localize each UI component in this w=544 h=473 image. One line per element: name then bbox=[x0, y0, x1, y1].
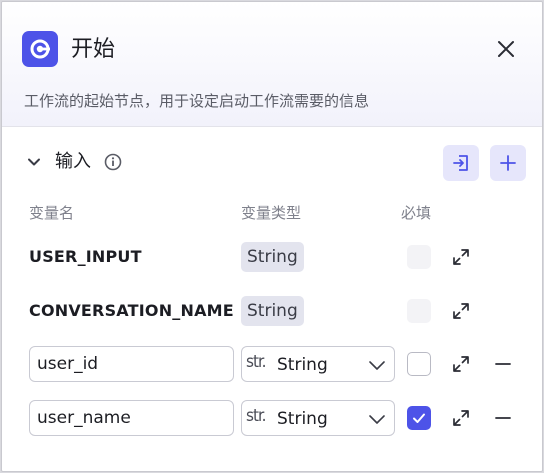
expand-button[interactable] bbox=[452, 248, 470, 266]
expand-button[interactable] bbox=[452, 409, 470, 427]
type-prefix: str. bbox=[246, 352, 267, 372]
column-header-name: 变量名 bbox=[29, 204, 75, 222]
node-description: 工作流的起始节点，用于设定启动工作流需要的信息 bbox=[24, 92, 370, 110]
fixed-var-name: USER_INPUT bbox=[29, 247, 142, 266]
required-checkbox-disabled bbox=[407, 245, 431, 269]
close-button[interactable] bbox=[494, 37, 518, 61]
start-node-logo bbox=[22, 31, 58, 67]
start-node-icon bbox=[30, 39, 50, 59]
node-title: 开始 bbox=[71, 37, 116, 62]
column-header-type: 变量类型 bbox=[241, 204, 302, 222]
variable-name-input[interactable] bbox=[29, 346, 234, 382]
chevron-down-icon bbox=[369, 415, 385, 424]
collapse-toggle[interactable] bbox=[26, 154, 42, 170]
type-value: String bbox=[277, 355, 328, 375]
expand-icon bbox=[453, 410, 469, 426]
chevron-down-icon bbox=[28, 158, 40, 166]
remove-variable-button[interactable] bbox=[495, 356, 511, 372]
variable-type-select[interactable]: str. String bbox=[241, 346, 395, 382]
info-tooltip-trigger[interactable] bbox=[104, 153, 122, 171]
minus-icon bbox=[495, 417, 511, 419]
required-checkbox[interactable] bbox=[407, 406, 431, 430]
expand-icon bbox=[453, 249, 469, 265]
fixed-var-type-tag: String bbox=[241, 242, 304, 272]
chevron-down-icon bbox=[369, 361, 385, 370]
minus-icon bbox=[495, 363, 511, 365]
required-checkbox-disabled bbox=[407, 299, 431, 323]
expand-icon bbox=[453, 356, 469, 372]
type-value: String bbox=[277, 409, 328, 429]
fixed-var-type-tag: String bbox=[241, 296, 304, 326]
info-icon bbox=[104, 153, 122, 171]
start-node-panel: 开始 工作流的起始节点，用于设定启动工作流需要的信息 输入 变量名 变量类型 必… bbox=[1, 1, 543, 472]
expand-button[interactable] bbox=[452, 355, 470, 373]
add-variable-button[interactable] bbox=[490, 145, 526, 181]
input-section-title: 输入 bbox=[55, 151, 91, 172]
type-prefix: str. bbox=[246, 406, 267, 426]
remove-variable-button[interactable] bbox=[495, 410, 511, 426]
variable-type-select[interactable]: str. String bbox=[241, 400, 395, 436]
required-checkbox[interactable] bbox=[407, 352, 431, 376]
column-header-required: 必填 bbox=[401, 204, 432, 222]
panel-header: 开始 工作流的起始节点，用于设定启动工作流需要的信息 bbox=[2, 2, 542, 127]
check-icon bbox=[413, 413, 425, 423]
expand-icon bbox=[453, 303, 469, 319]
expand-button[interactable] bbox=[452, 302, 470, 320]
plus-icon bbox=[500, 155, 516, 171]
import-icon bbox=[453, 155, 468, 171]
close-icon bbox=[498, 41, 514, 57]
fixed-var-name: CONVERSATION_NAME bbox=[29, 301, 234, 320]
variable-name-input[interactable] bbox=[29, 400, 234, 436]
import-variables-button[interactable] bbox=[443, 145, 479, 181]
